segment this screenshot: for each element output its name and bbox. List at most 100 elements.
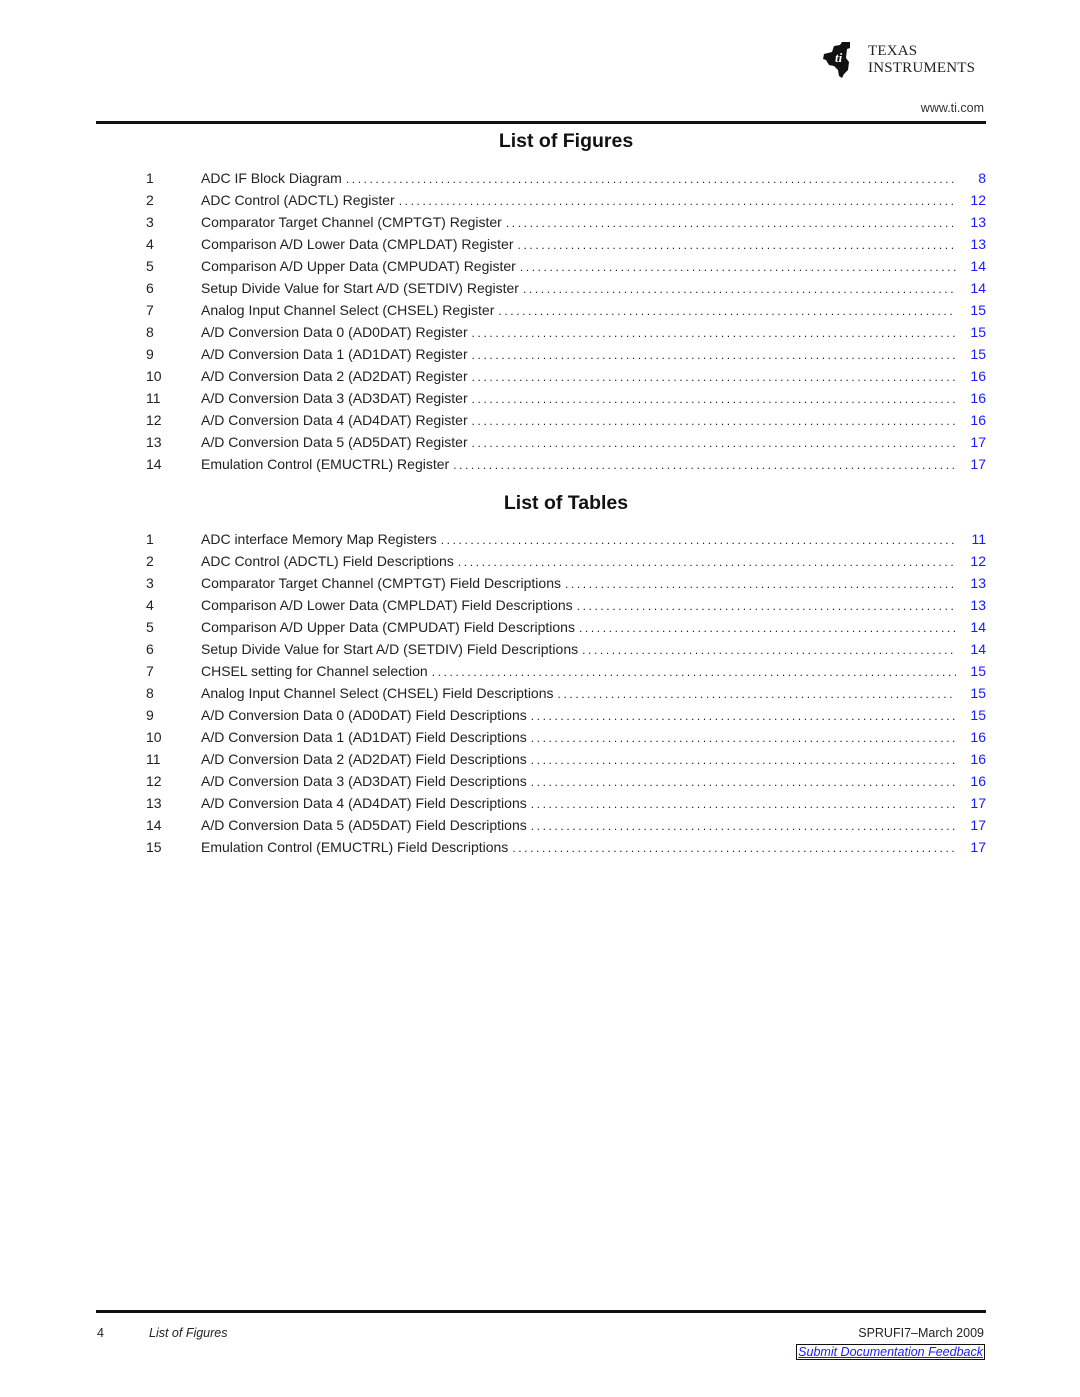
figure-entry[interactable]: 9 A/D Conversion Data 1 (AD1DAT) Register…	[146, 343, 986, 365]
page-link[interactable]: 14	[960, 277, 986, 299]
entry-title[interactable]: Emulation Control (EMUCTRL) Register	[201, 453, 449, 475]
page-link[interactable]: 17	[960, 836, 986, 858]
submit-feedback-link[interactable]: Submit Documentation Feedback	[796, 1344, 985, 1360]
entry-title[interactable]: A/D Conversion Data 0 (AD0DAT) Field Des…	[201, 704, 527, 726]
table-entry[interactable]: 11 A/D Conversion Data 2 (AD2DAT) Field D…	[146, 748, 986, 770]
page-link[interactable]: 12	[960, 550, 986, 572]
page-link[interactable]: 16	[960, 365, 986, 387]
entry-title[interactable]: A/D Conversion Data 3 (AD3DAT) Field Des…	[201, 770, 527, 792]
table-entry[interactable]: 10 A/D Conversion Data 1 (AD1DAT) Field D…	[146, 726, 986, 748]
dot-leader	[472, 322, 956, 344]
entry-title[interactable]: A/D Conversion Data 4 (AD4DAT) Field Des…	[201, 792, 527, 814]
table-entry[interactable]: 2 ADC Control (ADCTL) Field Descriptions 1…	[146, 550, 986, 572]
entry-title[interactable]: A/D Conversion Data 2 (AD2DAT) Register	[201, 365, 468, 387]
page-link[interactable]: 17	[960, 431, 986, 453]
figure-entry[interactable]: 11 A/D Conversion Data 3 (AD3DAT) Registe…	[146, 387, 986, 409]
entry-title[interactable]: CHSEL setting for Channel selection	[201, 660, 428, 682]
page-link[interactable]: 16	[960, 770, 986, 792]
table-entry[interactable]: 9 A/D Conversion Data 0 (AD0DAT) Field De…	[146, 704, 986, 726]
figure-entry[interactable]: 12 A/D Conversion Data 4 (AD4DAT) Registe…	[146, 409, 986, 431]
footer-doc-id: SPRUFI7–March 2009	[858, 1326, 984, 1340]
page-link[interactable]: 15	[960, 299, 986, 321]
page-link[interactable]: 17	[960, 792, 986, 814]
page-link[interactable]: 16	[960, 409, 986, 431]
entry-number: 15	[146, 839, 162, 855]
page-link[interactable]: 13	[960, 594, 986, 616]
tables-heading: List of Tables	[503, 492, 629, 514]
figure-entry[interactable]: 14 Emulation Control (EMUCTRL) Register 17	[146, 453, 986, 475]
figure-entry[interactable]: 13 A/D Conversion Data 5 (AD5DAT) Registe…	[146, 431, 986, 453]
table-entry[interactable]: 7 CHSEL setting for Channel selection 15	[146, 660, 986, 682]
entry-title[interactable]: A/D Conversion Data 5 (AD5DAT) Field Des…	[201, 814, 527, 836]
entry-title[interactable]: ADC Control (ADCTL) Register	[201, 189, 395, 211]
page-link[interactable]: 15	[960, 343, 986, 365]
entry-title[interactable]: ADC IF Block Diagram	[201, 167, 342, 189]
ti-bug-icon: ti	[823, 42, 850, 78]
entry-title[interactable]: A/D Conversion Data 5 (AD5DAT) Register	[201, 431, 468, 453]
figure-entry[interactable]: 2 ADC Control (ADCTL) Register 12	[146, 189, 986, 211]
page-link[interactable]: 17	[960, 453, 986, 475]
page-link[interactable]: 14	[960, 616, 986, 638]
dot-leader	[432, 661, 956, 683]
table-entry[interactable]: 12 A/D Conversion Data 3 (AD3DAT) Field D…	[146, 770, 986, 792]
page-link[interactable]: 15	[960, 704, 986, 726]
table-entry[interactable]: 1 ADC interface Memory Map Registers 11	[146, 528, 986, 550]
page-link[interactable]: 13	[960, 211, 986, 233]
page-link[interactable]: 14	[960, 638, 986, 660]
entry-title[interactable]: A/D Conversion Data 3 (AD3DAT) Register	[201, 387, 468, 409]
table-entry[interactable]: 3 Comparator Target Channel (CMPTGT) Fiel…	[146, 572, 986, 594]
page-link[interactable]: 16	[960, 726, 986, 748]
page-link[interactable]: 16	[960, 748, 986, 770]
page-link[interactable]: 15	[960, 682, 986, 704]
entry-title[interactable]: ADC Control (ADCTL) Field Descriptions	[201, 550, 454, 572]
entry-title[interactable]: Emulation Control (EMUCTRL) Field Descri…	[201, 836, 508, 858]
entry-title[interactable]: Analog Input Channel Select (CHSEL) Fiel…	[201, 682, 554, 704]
figure-entry[interactable]: 6 Setup Divide Value for Start A/D (SETDI…	[146, 277, 986, 299]
figure-entry[interactable]: 10 A/D Conversion Data 2 (AD2DAT) Registe…	[146, 365, 986, 387]
entry-title[interactable]: Analog Input Channel Select (CHSEL) Regi…	[201, 299, 494, 321]
entry-title[interactable]: Comparison A/D Upper Data (CMPUDAT) Fiel…	[201, 616, 575, 638]
figures-heading: List of Figures	[498, 130, 634, 152]
page-link[interactable]: 13	[960, 233, 986, 255]
page-link[interactable]: 12	[960, 189, 986, 211]
entry-title[interactable]: Comparator Target Channel (CMPTGT) Field…	[201, 572, 561, 594]
entry-number: 13	[146, 795, 162, 811]
page-link[interactable]: 11	[960, 528, 986, 550]
dot-leader	[512, 837, 956, 859]
website-url[interactable]: www.ti.com	[921, 101, 984, 115]
page-link[interactable]: 15	[960, 660, 986, 682]
entry-title[interactable]: Comparison A/D Lower Data (CMPLDAT) Regi…	[201, 233, 514, 255]
page-link[interactable]: 16	[960, 387, 986, 409]
entry-title[interactable]: Comparator Target Channel (CMPTGT) Regis…	[201, 211, 502, 233]
page-link[interactable]: 15	[960, 321, 986, 343]
page-link[interactable]: 14	[960, 255, 986, 277]
figure-entry[interactable]: 1 ADC IF Block Diagram 8	[146, 167, 986, 189]
entry-title[interactable]: Comparison A/D Lower Data (CMPLDAT) Fiel…	[201, 594, 573, 616]
entry-title[interactable]: ADC interface Memory Map Registers	[201, 528, 437, 550]
figure-entry[interactable]: 8 A/D Conversion Data 0 (AD0DAT) Register…	[146, 321, 986, 343]
entry-title[interactable]: A/D Conversion Data 4 (AD4DAT) Register	[201, 409, 468, 431]
table-entry[interactable]: 6 Setup Divide Value for Start A/D (SETDI…	[146, 638, 986, 660]
figure-entry[interactable]: 3 Comparator Target Channel (CMPTGT) Regi…	[146, 211, 986, 233]
entry-title[interactable]: A/D Conversion Data 1 (AD1DAT) Register	[201, 343, 468, 365]
entry-title[interactable]: A/D Conversion Data 1 (AD1DAT) Field Des…	[201, 726, 527, 748]
page-link[interactable]: 13	[960, 572, 986, 594]
entry-title[interactable]: A/D Conversion Data 0 (AD0DAT) Register	[201, 321, 468, 343]
figure-entry[interactable]: 7 Analog Input Channel Select (CHSEL) Reg…	[146, 299, 986, 321]
entry-title[interactable]: A/D Conversion Data 2 (AD2DAT) Field Des…	[201, 748, 527, 770]
entry-title[interactable]: Setup Divide Value for Start A/D (SETDIV…	[201, 638, 578, 660]
figure-entry[interactable]: 5 Comparison A/D Upper Data (CMPUDAT) Reg…	[146, 255, 986, 277]
page-link[interactable]: 8	[960, 167, 986, 189]
table-entry[interactable]: 14 A/D Conversion Data 5 (AD5DAT) Field D…	[146, 814, 986, 836]
table-entry[interactable]: 8 Analog Input Channel Select (CHSEL) Fie…	[146, 682, 986, 704]
entry-number: 11	[146, 390, 161, 406]
entry-title[interactable]: Comparison A/D Upper Data (CMPUDAT) Regi…	[201, 255, 516, 277]
entry-number: 3	[146, 575, 154, 591]
table-entry[interactable]: 15 Emulation Control (EMUCTRL) Field Desc…	[146, 836, 986, 858]
page-link[interactable]: 17	[960, 814, 986, 836]
table-entry[interactable]: 5 Comparison A/D Upper Data (CMPUDAT) Fie…	[146, 616, 986, 638]
table-entry[interactable]: 13 A/D Conversion Data 4 (AD4DAT) Field D…	[146, 792, 986, 814]
entry-title[interactable]: Setup Divide Value for Start A/D (SETDIV…	[201, 277, 519, 299]
figure-entry[interactable]: 4 Comparison A/D Lower Data (CMPLDAT) Reg…	[146, 233, 986, 255]
table-entry[interactable]: 4 Comparison A/D Lower Data (CMPLDAT) Fie…	[146, 594, 986, 616]
